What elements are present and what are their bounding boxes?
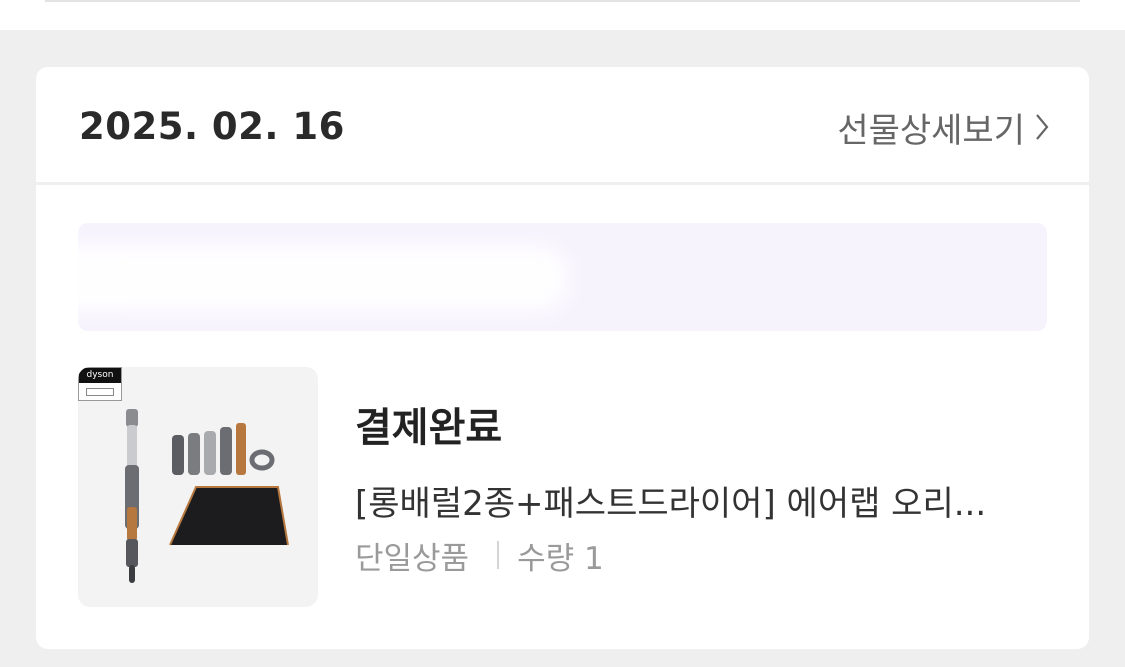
product-name-link[interactable]: [롱배럴2종+패스트드라이어] 에어랩 오리...: [355, 476, 1045, 525]
meta-divider: [497, 541, 500, 569]
order-date: 2025. 02. 16: [79, 105, 345, 148]
product-meta: 단일상품 수량 1: [355, 535, 604, 577]
authentic-mark: [86, 388, 114, 396]
brand-badge: dyson: [78, 367, 122, 401]
product-image: [125, 409, 289, 583]
promo-banner[interactable]: [78, 223, 1047, 331]
gift-detail-link[interactable]: 선물상세보기: [837, 105, 1049, 151]
divider: [45, 0, 1080, 2]
product-option: 단일상품: [355, 540, 470, 577]
gift-order-card: 2025. 02. 16 선물상세보기 dyson 결제완료 [롱배럴2종+패스…: [36, 67, 1089, 649]
product-quantity: 수량 1: [517, 540, 604, 577]
redacted-overlay: [78, 245, 568, 311]
chevron-right-icon: [1035, 112, 1049, 142]
order-header: 2025. 02. 16 선물상세보기: [36, 67, 1089, 185]
product-thumbnail[interactable]: dyson: [78, 367, 318, 607]
payment-status: 결제완료: [355, 405, 503, 451]
gift-detail-label: 선물상세보기: [837, 110, 1025, 151]
brand-logo: dyson: [79, 368, 121, 383]
previous-card-bottom: [0, 0, 1125, 30]
